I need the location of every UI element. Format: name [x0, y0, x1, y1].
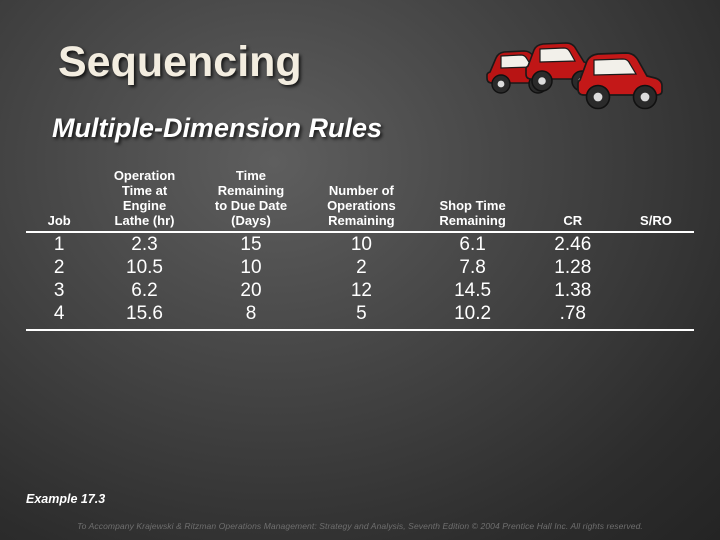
cell-number-of-operations: 10: [350, 234, 372, 255]
cell-sro: [617, 302, 694, 331]
cell-sro: [618, 256, 694, 279]
cell-job: 4: [26, 302, 93, 331]
sequencing-table-container: Job Operation Time at Engine Lathe (hr) …: [26, 168, 694, 331]
cell-cr: 1.28: [554, 257, 592, 278]
page-title: Sequencing: [58, 38, 302, 86]
column-header-cr: CR: [527, 168, 618, 233]
table-body: 1 2.3 15 10 6.1 2.46 2 10.5 10 2 7.8 1.2…: [26, 232, 694, 331]
cell-job: 1: [53, 234, 65, 255]
cell-number-of-operations: 12: [350, 280, 372, 301]
table-header-row: Job Operation Time at Engine Lathe (hr) …: [26, 168, 694, 233]
page-subtitle: Multiple-Dimension Rules: [52, 113, 383, 143]
cell-job: 3: [53, 280, 65, 301]
cell-operation-time: 2.3: [131, 234, 158, 255]
cell-shop-time: 6.1: [459, 234, 486, 255]
cell-cr: 1.38: [554, 280, 592, 301]
example-label: Example 17.3: [26, 492, 106, 506]
cell-number-of-operations: 2: [356, 257, 367, 278]
cell-operation-time: 15.6: [92, 302, 197, 331]
sequencing-table: Job Operation Time at Engine Lathe (hr) …: [26, 168, 694, 331]
cell-time-remaining: 8: [196, 302, 306, 331]
cell-job: 2: [53, 257, 65, 278]
table-row: 3 6.2 20 12 14.5 1.38: [26, 279, 694, 302]
cell-operation-time: 6.2: [131, 280, 158, 301]
column-header-operation-time: Operation Time at Engine Lathe (hr): [92, 168, 197, 233]
cell-cr: 2.46: [554, 234, 592, 255]
cell-number-of-operations: 5: [305, 302, 418, 331]
column-header-sro: S/RO: [617, 168, 694, 233]
column-header-job: Job: [26, 168, 93, 233]
cell-sro: [618, 232, 694, 256]
cell-operation-time: 10.5: [126, 257, 163, 278]
cell-cr: .78: [527, 302, 618, 331]
column-header-number-of-operations: Number of Operations Remaining: [305, 168, 418, 233]
cell-time-remaining: 10: [240, 257, 262, 278]
table-header: Job Operation Time at Engine Lathe (hr) …: [26, 168, 694, 233]
red-antique-cars-clipart: [470, 28, 680, 118]
cell-shop-time: 7.8: [459, 257, 486, 278]
table-row: 4 15.6 8 5 10.2 .78: [26, 302, 694, 331]
copyright-credit: To Accompany Krajewski & Ritzman Operati…: [77, 521, 643, 531]
table-row: 2 10.5 10 2 7.8 1.28: [26, 256, 694, 279]
column-header-shop-time-remaining: Shop Time Remaining: [417, 168, 528, 233]
cell-shop-time: 10.2: [417, 302, 528, 331]
cell-time-remaining: 15: [240, 234, 262, 255]
table-row: 1 2.3 15 10 6.1 2.46: [26, 232, 694, 256]
cell-sro: [618, 279, 694, 302]
cell-shop-time: 14.5: [454, 280, 492, 301]
column-header-time-remaining: Time Remaining to Due Date (Days): [196, 168, 306, 233]
cell-time-remaining: 20: [240, 280, 262, 301]
slide-canvas: Sequencing Multiple-Dimension Rules Job …: [0, 0, 720, 540]
